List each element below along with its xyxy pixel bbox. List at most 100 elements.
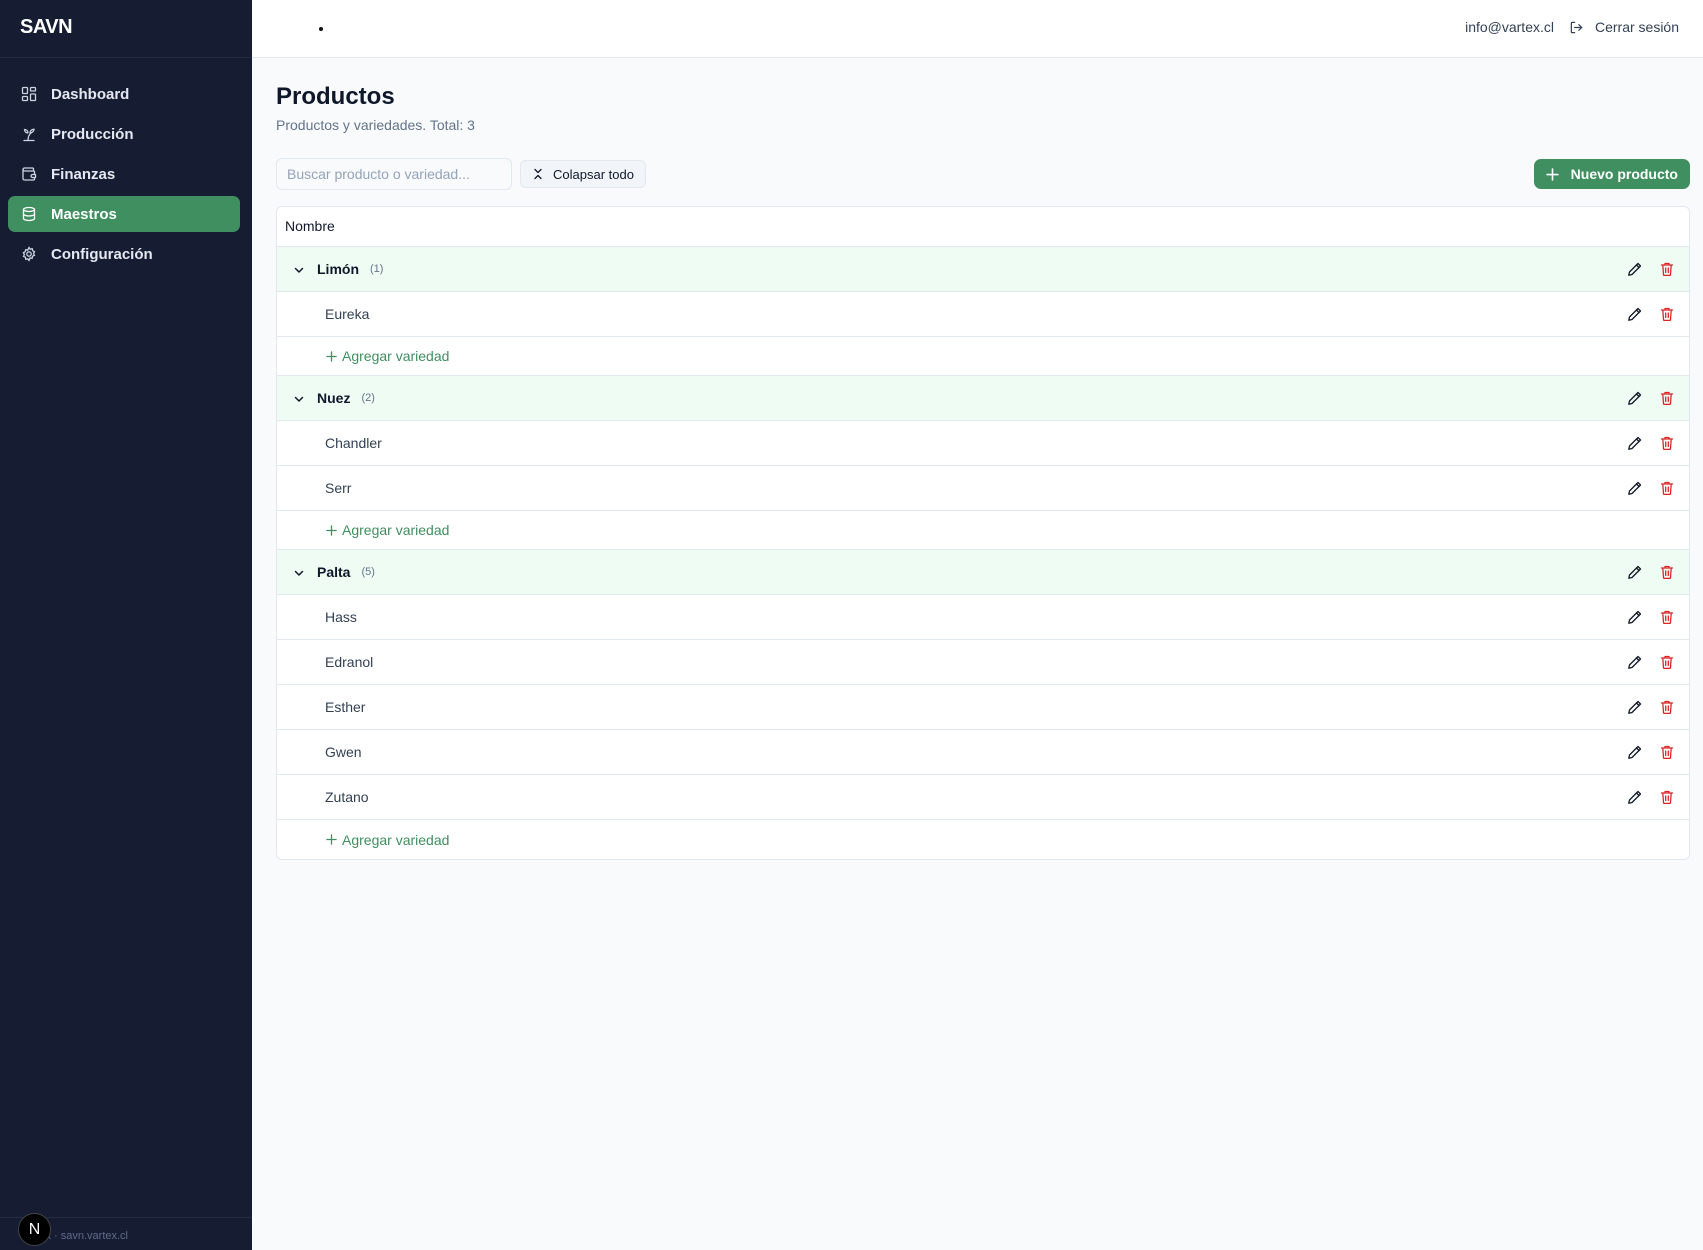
product-group-row[interactable]: Limón (1) — [277, 247, 1689, 292]
sidebar-item-label: Configuración — [51, 245, 153, 263]
plus-icon — [326, 524, 342, 536]
chevron-down-icon[interactable] — [293, 263, 305, 275]
edit-product-pencil-icon[interactable] — [1627, 390, 1643, 406]
variety-row: Gwen — [277, 730, 1689, 775]
add-variety-row: Agregar variedad — [277, 511, 1689, 550]
wallet-icon — [21, 166, 37, 182]
variety-name: Chandler — [325, 435, 382, 451]
sidebar-item-maestros[interactable]: Maestros — [8, 196, 240, 232]
sidebar-item-configuracion[interactable]: Configuración — [8, 236, 240, 272]
collapse-all-button[interactable]: Colapsar todo — [520, 160, 646, 188]
delete-variety-trash-icon[interactable] — [1659, 480, 1675, 496]
delete-variety-trash-icon[interactable] — [1659, 306, 1675, 322]
search-input[interactable] — [276, 158, 512, 190]
sidebar: SAVN Dashboard Producción Finanzas Maest… — [0, 0, 252, 1250]
variety-row: Chandler — [277, 421, 1689, 466]
row-actions — [1627, 609, 1675, 625]
sidebar-item-produccion[interactable]: Producción — [8, 116, 240, 152]
add-variety-row: Agregar variedad — [277, 820, 1689, 859]
edit-product-pencil-icon[interactable] — [1627, 261, 1643, 277]
variety-row: Zutano — [277, 775, 1689, 820]
new-product-button[interactable]: Nuevo producto — [1533, 159, 1690, 189]
variety-row: Hass — [277, 595, 1689, 640]
dashboard-icon — [21, 86, 37, 102]
row-actions — [1627, 306, 1675, 322]
plus-icon — [326, 350, 342, 362]
sidebar-item-label: Maestros — [51, 205, 117, 223]
status-dot — [319, 27, 323, 31]
plus-icon — [326, 834, 342, 845]
delete-variety-trash-icon[interactable] — [1659, 609, 1675, 625]
variety-count: (2) — [361, 392, 375, 404]
add-variety-label: Agregar variedad — [342, 831, 450, 848]
column-header-nombre: Nombre — [277, 207, 1689, 247]
edit-variety-pencil-icon[interactable] — [1627, 699, 1643, 715]
add-variety-link[interactable]: Agregar variedad — [326, 832, 449, 848]
main-content: Productos Productos y variedades. Total:… — [276, 58, 1690, 860]
variety-name: Zutano — [325, 789, 369, 805]
chevron-down-icon[interactable] — [293, 392, 305, 404]
product-name: Palta — [317, 564, 351, 580]
new-product-label: Nuevo producto — [1570, 166, 1678, 182]
page-subtitle: Productos y variedades. Total: 3 — [276, 117, 475, 133]
row-actions — [1627, 789, 1675, 805]
sprout-icon — [21, 126, 37, 142]
logout-icon — [1569, 20, 1595, 35]
delete-variety-trash-icon[interactable] — [1659, 744, 1675, 760]
variety-name: Serr — [325, 480, 352, 496]
products-table: Nombre Limón (1) Eureka Agregar variedad Nue… — [276, 206, 1690, 860]
plus-icon — [1545, 167, 1571, 181]
edit-variety-pencil-icon[interactable] — [1627, 609, 1643, 625]
sidebar-item-label: Finanzas — [51, 165, 116, 183]
brand-logo[interactable]: SAVN — [0, 0, 252, 58]
toolbar: Colapsar todo Nuevo producto — [276, 158, 1690, 190]
chevron-down-icon[interactable] — [293, 566, 305, 578]
gear-icon — [21, 246, 37, 262]
add-variety-row: Agregar variedad — [277, 337, 1689, 376]
row-actions — [1627, 390, 1675, 406]
variety-count: (1) — [370, 263, 384, 275]
row-actions — [1627, 564, 1675, 580]
add-variety-link[interactable]: Agregar variedad — [326, 348, 449, 364]
delete-product-trash-icon[interactable] — [1659, 390, 1675, 406]
delete-variety-trash-icon[interactable] — [1659, 699, 1675, 715]
product-name: Nuez — [317, 390, 351, 406]
logout-label: Cerrar sesión — [1594, 19, 1679, 35]
product-group-row[interactable]: Nuez (2) — [277, 376, 1689, 421]
variety-row: Esther — [277, 685, 1689, 730]
logout-button[interactable]: Cerrar sesión — [1569, 17, 1679, 37]
edit-variety-pencil-icon[interactable] — [1627, 306, 1643, 322]
sidebar-item-dashboard[interactable]: Dashboard — [8, 76, 240, 112]
edit-variety-pencil-icon[interactable] — [1627, 435, 1643, 451]
delete-variety-trash-icon[interactable] — [1659, 789, 1675, 805]
sidebar-item-finanzas[interactable]: Finanzas — [8, 156, 240, 192]
variety-name: Gwen — [325, 744, 362, 760]
table-body: Limón (1) Eureka Agregar variedad Nuez (2) Cha… — [277, 247, 1689, 859]
delete-variety-trash-icon[interactable] — [1659, 654, 1675, 670]
dev-tools-badge[interactable]: N — [18, 1213, 51, 1246]
variety-count: (5) — [361, 566, 375, 578]
user-email: info@vartex.cl — [1465, 19, 1554, 35]
topbar: info@vartex.cl Cerrar sesión — [252, 0, 1703, 58]
variety-row: Eureka — [277, 292, 1689, 337]
edit-variety-pencil-icon[interactable] — [1627, 480, 1643, 496]
delete-product-trash-icon[interactable] — [1659, 564, 1675, 580]
edit-product-pencil-icon[interactable] — [1627, 564, 1643, 580]
row-actions — [1627, 435, 1675, 451]
edit-variety-pencil-icon[interactable] — [1627, 654, 1643, 670]
variety-row: Edranol — [277, 640, 1689, 685]
collapse-all-label: Colapsar todo — [553, 166, 634, 182]
delete-product-trash-icon[interactable] — [1659, 261, 1675, 277]
edit-variety-pencil-icon[interactable] — [1627, 789, 1643, 805]
variety-name: Edranol — [325, 654, 374, 670]
variety-name: Esther — [325, 699, 366, 715]
add-variety-label: Agregar variedad — [342, 348, 450, 364]
row-actions — [1627, 744, 1675, 760]
sidebar-item-label: Producción — [51, 125, 134, 143]
row-actions — [1627, 699, 1675, 715]
product-group-row[interactable]: Palta (5) — [277, 550, 1689, 595]
delete-variety-trash-icon[interactable] — [1659, 435, 1675, 451]
edit-variety-pencil-icon[interactable] — [1627, 744, 1643, 760]
add-variety-link[interactable]: Agregar variedad — [326, 522, 449, 538]
row-actions — [1627, 654, 1675, 670]
